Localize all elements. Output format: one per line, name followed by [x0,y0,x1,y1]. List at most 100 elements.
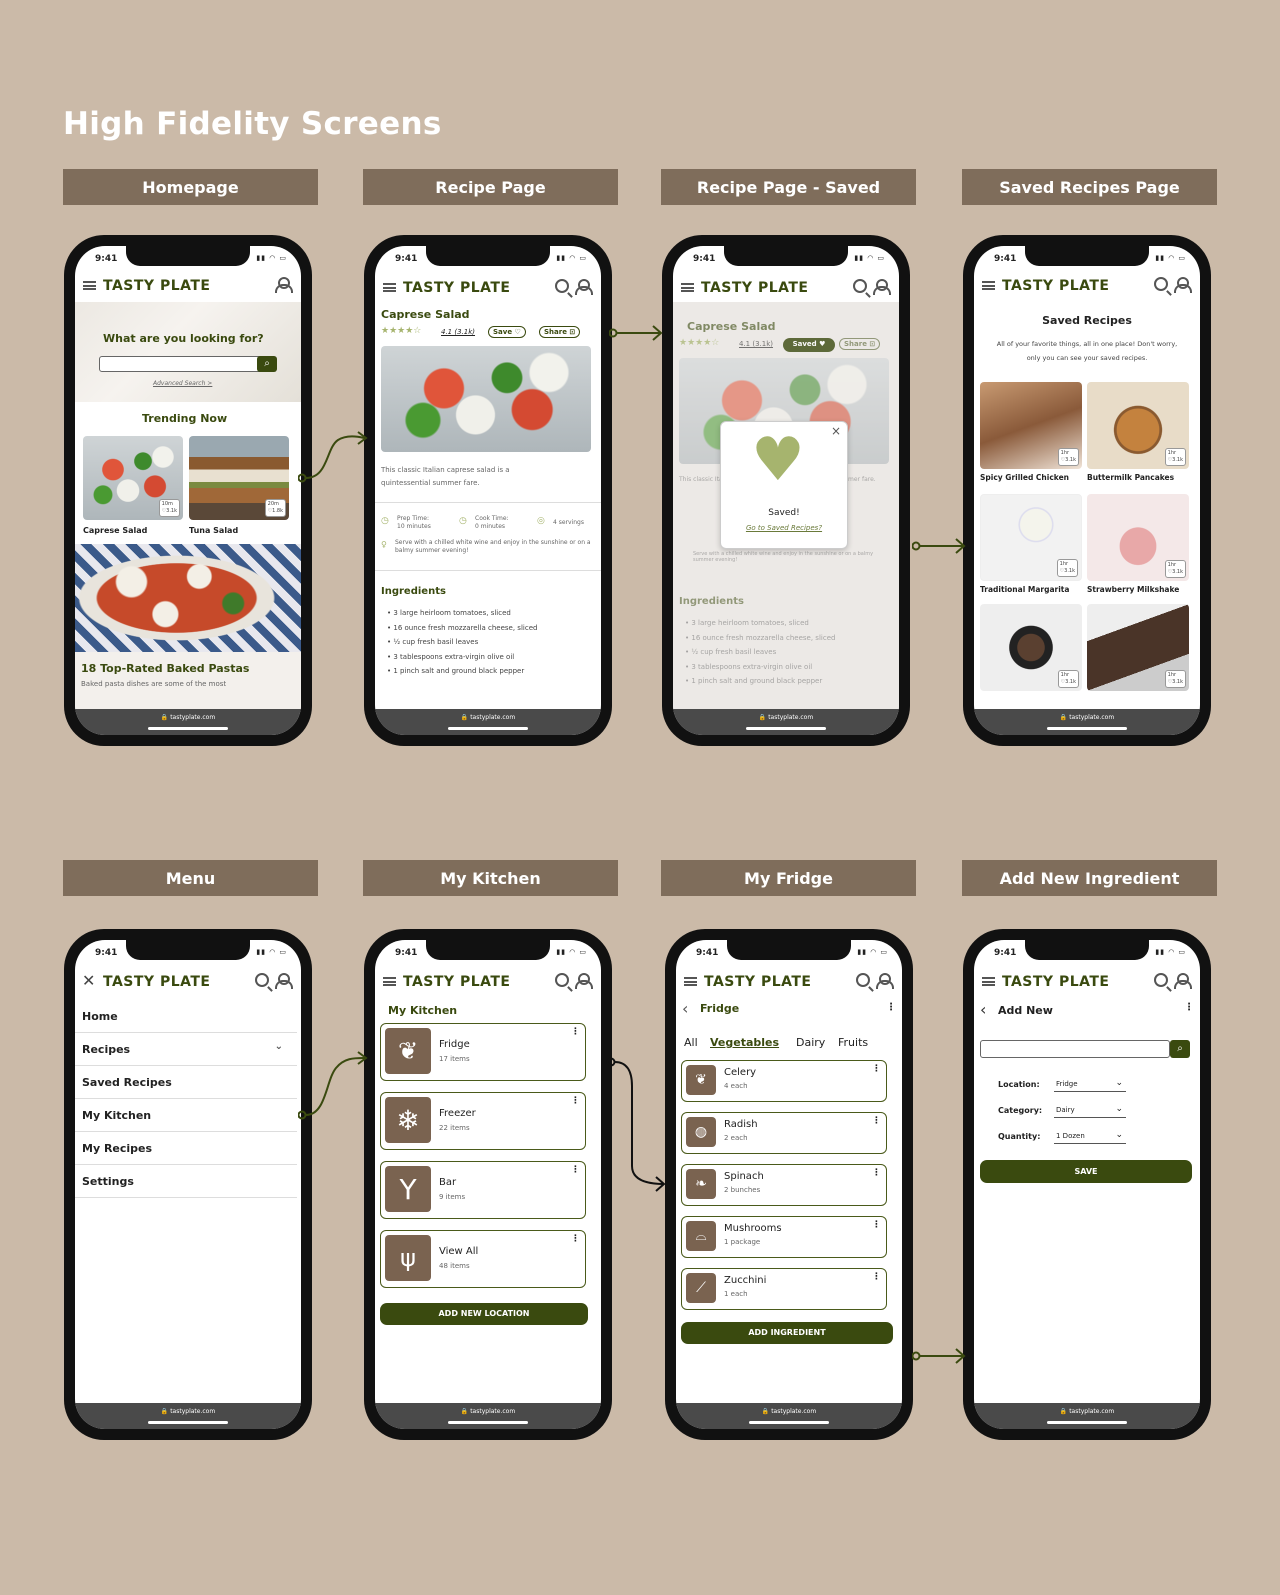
ingredient-card[interactable]: ◍ Radish 2 each ⋮ [681,1112,887,1154]
save-button[interactable]: Save ♡ [488,326,526,338]
recipe-thumb[interactable]: 1hr ♡3.1k [980,604,1082,691]
menu-item-my-recipes[interactable]: My Recipes [75,1132,297,1165]
brand-logo[interactable]: TASTY PLATE [1002,974,1110,990]
menu-item-recipes[interactable]: Recipes ⌄ [75,1033,297,1066]
tab-vegetables[interactable]: Vegetables [710,1036,779,1049]
search-icon[interactable] [1154,973,1168,987]
search-icon[interactable] [555,279,569,293]
more-icon[interactable]: ⋮ [886,1002,896,1013]
recipe-name[interactable]: Buttermilk Pancakes [1087,473,1174,482]
advanced-search-link[interactable]: Advanced Search > [153,380,212,387]
user-icon[interactable] [575,973,593,989]
ingredient-card[interactable]: ⟋ Zucchini 1 each ⋮ [681,1268,887,1310]
user-icon[interactable] [876,973,894,989]
location-card-view-all[interactable]: ψ View All 48 items ⋮ [380,1230,586,1288]
more-icon[interactable]: ⋮ [872,1064,881,1074]
ingredient-card[interactable]: ⌓ Mushrooms 1 package ⋮ [681,1216,887,1258]
recipe-thumb[interactable]: 1hr ♡3.1k [1087,604,1189,691]
menu-item-saved-recipes[interactable]: Saved Recipes [75,1066,297,1099]
more-icon[interactable]: ⋮ [872,1272,881,1282]
user-icon[interactable] [1174,973,1192,989]
more-icon[interactable]: ⋮ [571,1165,580,1175]
recipe-thumb[interactable]: 1hr ♡3.1k [1087,382,1189,469]
search-icon[interactable] [1154,277,1168,291]
search-input[interactable] [99,356,275,372]
menu-icon[interactable] [383,977,396,986]
saved-button[interactable]: Saved ♥ [783,338,835,352]
close-icon[interactable]: ✕ [82,971,95,990]
save-button[interactable]: SAVE [980,1160,1192,1183]
brand-logo[interactable]: TASTY PLATE [103,974,211,990]
brand-logo[interactable]: TASTY PLATE [701,280,809,296]
more-icon[interactable]: ⋮ [872,1220,881,1230]
recipe-thumb[interactable]: 1hr ♡3.1k [980,382,1082,469]
search-icon[interactable] [856,973,870,987]
recipe-name[interactable]: Traditional Margarita [980,585,1069,594]
more-icon[interactable]: ⋮ [571,1096,580,1106]
recipe-name[interactable]: Strawberry Milkshake [1087,585,1179,594]
add-ingredient-button[interactable]: ADD INGREDIENT [681,1322,893,1344]
user-icon[interactable] [575,279,593,295]
brand-logo[interactable]: TASTY PLATE [403,974,511,990]
more-icon[interactable]: ⋮ [872,1116,881,1126]
menu-item-home[interactable]: Home [75,1000,297,1033]
location-card-bar[interactable]: Y Bar 9 items ⋮ [380,1161,586,1219]
menu-icon[interactable] [684,977,697,986]
pasta-image[interactable] [75,544,301,652]
card-title[interactable]: Caprese Salad [83,526,147,535]
more-icon[interactable]: ⋮ [872,1168,881,1178]
brand-logo[interactable]: TASTY PLATE [704,974,812,990]
user-icon[interactable] [873,279,891,295]
tab-all[interactable]: All [684,1036,698,1049]
feature-title[interactable]: 18 Top-Rated Baked Pastas [81,662,249,675]
brand-logo[interactable]: TASTY PLATE [103,278,211,294]
go-to-saved-link[interactable]: Go to Saved Recipes? [721,524,847,532]
ingredient-search-input[interactable] [980,1040,1170,1058]
ingredient-name: Spinach [724,1171,764,1182]
location-card-freezer[interactable]: ❄ Freezer 22 items ⋮ [380,1092,586,1150]
tuna-image[interactable]: 20m ♡1.8k [189,436,289,520]
share-button[interactable]: Share ⊡ [539,326,581,338]
menu-item-my-kitchen[interactable]: My Kitchen [75,1099,297,1132]
tab-dairy[interactable]: Dairy [796,1036,825,1049]
share-button[interactable]: Share ⊡ [839,338,881,350]
brand-logo[interactable]: TASTY PLATE [403,280,511,296]
menu-icon[interactable] [681,283,694,292]
menu-icon[interactable] [982,977,995,986]
search-icon[interactable]: ⌕ [257,356,277,372]
tab-fruits[interactable]: Fruits [838,1036,868,1049]
search-icon[interactable]: ⌕ [1170,1040,1190,1058]
more-icon[interactable]: ⋮ [571,1027,580,1037]
add-location-button[interactable]: ADD NEW LOCATION [380,1303,588,1325]
brand-logo[interactable]: TASTY PLATE [1002,278,1110,294]
more-icon[interactable]: ⋮ [571,1234,580,1244]
chevron-down-icon[interactable]: ⌄ [275,1041,283,1052]
search-icon[interactable] [853,279,867,293]
card-title[interactable]: Tuna Salad [189,526,238,535]
caprese-image[interactable]: 10m ♡3.1k [83,436,183,520]
ingredient-card[interactable]: ❧ Spinach 2 bunches ⋮ [681,1164,887,1206]
back-icon[interactable]: ‹ [682,999,688,1018]
menu-icon[interactable] [383,283,396,292]
ingredient-card[interactable]: ❦ Celery 4 each ⋮ [681,1060,887,1102]
search-icon[interactable] [255,973,269,987]
menu-icon[interactable] [83,281,96,290]
quantity-select[interactable]: 1 Dozen ⌄ [1054,1130,1126,1144]
recipe-name[interactable]: Spicy Grilled Chicken [980,473,1069,482]
user-icon[interactable] [275,277,293,293]
menu-icon[interactable] [982,281,995,290]
recipe-thumb[interactable]: 1hr ♡3.1k [980,494,1082,581]
location-select[interactable]: Fridge ⌄ [1054,1078,1126,1092]
category-select[interactable]: Dairy ⌄ [1054,1104,1126,1118]
ingredient-item: • ½ cup fresh basil leaves [387,638,479,646]
user-icon[interactable] [1174,277,1192,293]
back-icon[interactable]: ‹ [980,1000,986,1019]
menu-item-settings[interactable]: Settings [75,1165,297,1198]
rating-count[interactable]: 4.1 (3.1k) [441,328,475,336]
close-icon[interactable]: × [831,424,841,438]
search-icon[interactable] [555,973,569,987]
more-icon[interactable]: ⋮ [1184,1002,1194,1013]
recipe-thumb[interactable]: 1hr ♡3.1k [1087,494,1189,581]
user-icon[interactable] [275,973,293,989]
location-card-fridge[interactable]: ❦ Fridge 17 items ⋮ [380,1023,586,1081]
